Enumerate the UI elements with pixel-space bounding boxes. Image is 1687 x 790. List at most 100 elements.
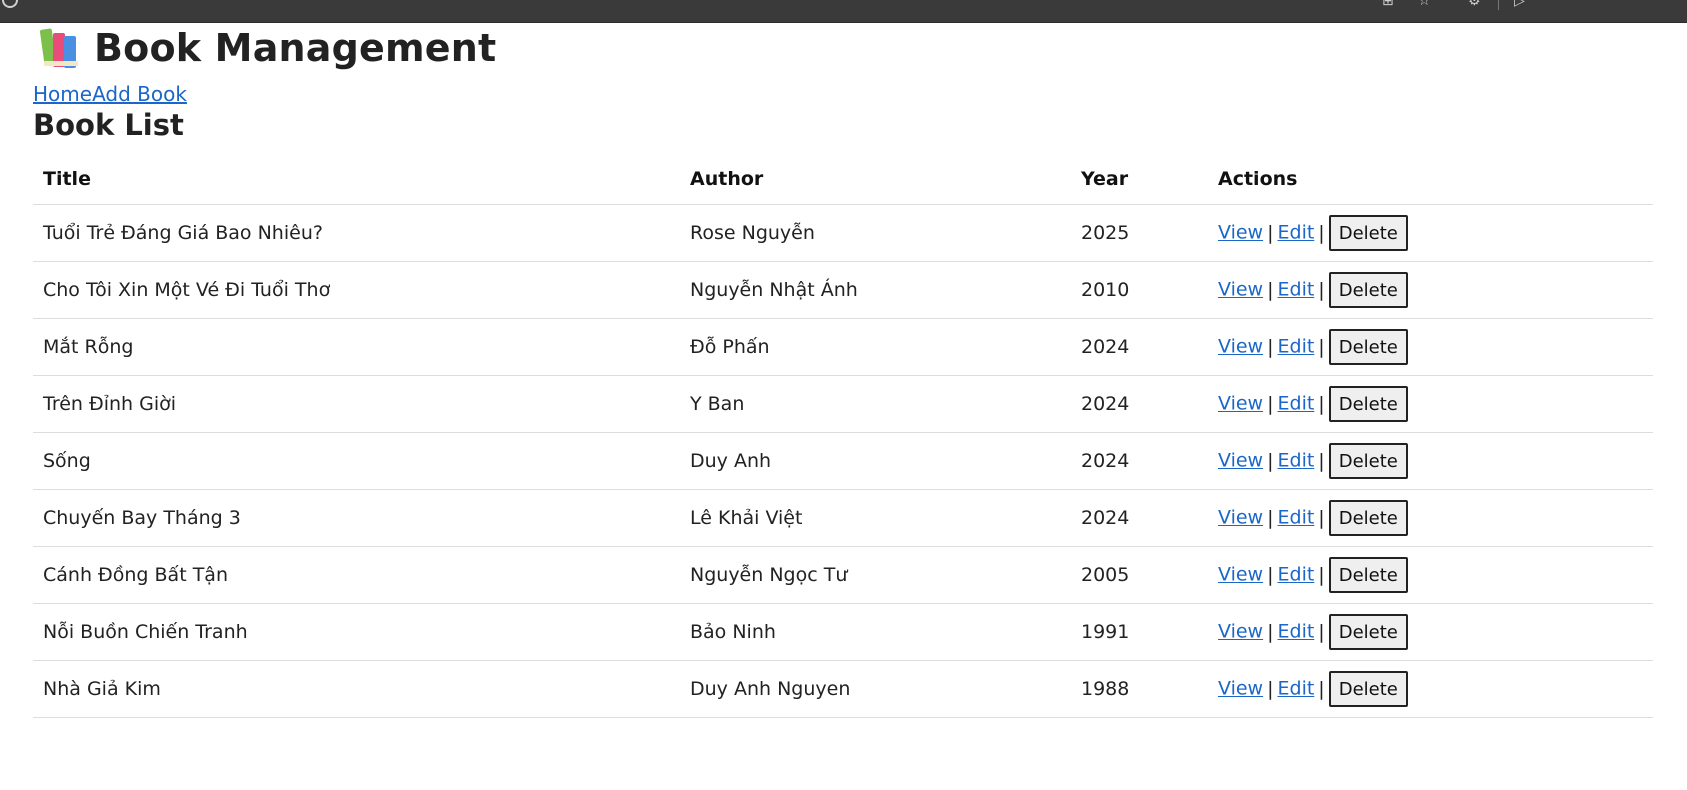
cell-author: Bảo Ninh	[680, 603, 1071, 661]
table-row: Nhà Giả Kim Duy Anh Nguyen 1988 View | Edit | D…	[33, 660, 1653, 718]
cell-year: 2024	[1071, 318, 1208, 376]
view-link[interactable]: View	[1218, 279, 1263, 301]
column-header-title: Title	[33, 154, 680, 205]
nav-link-add-book[interactable]: Add Book	[92, 82, 187, 106]
view-link[interactable]: View	[1218, 621, 1263, 643]
cell-actions: View | Edit | Delete	[1208, 375, 1653, 433]
table-body: Tuổi Trẻ Đáng Giá Bao Nhiêu? Rose Nguyễn 2…	[33, 204, 1653, 718]
tab-layout-icon[interactable]: ⊞	[1382, 0, 1394, 9]
cell-title: Chuyến Bay Tháng 3	[33, 489, 680, 547]
cell-title: Cho Tôi Xin Một Vé Đi Tuổi Thơ	[33, 261, 680, 319]
cell-title: Nhà Giả Kim	[33, 660, 680, 718]
app-header: Book Management	[36, 24, 496, 72]
edit-link[interactable]: Edit	[1278, 507, 1315, 529]
action-separator: |	[1267, 221, 1274, 244]
cell-year: 2010	[1071, 261, 1208, 319]
action-separator: |	[1318, 335, 1325, 358]
view-link[interactable]: View	[1218, 450, 1263, 472]
cell-actions: View | Edit | Delete	[1208, 489, 1653, 547]
column-header-year: Year	[1071, 154, 1208, 205]
table-row: Nỗi Buồn Chiến Tranh Bảo Ninh 1991 View | Edi…	[33, 603, 1653, 661]
view-link[interactable]: View	[1218, 336, 1263, 358]
action-separator: |	[1267, 620, 1274, 643]
view-link[interactable]: View	[1218, 222, 1263, 244]
edit-link[interactable]: Edit	[1278, 393, 1315, 415]
copilot-icon[interactable]: ▷	[1514, 0, 1525, 9]
cell-author: Duy Anh Nguyen	[680, 660, 1071, 718]
table-header-row: Title Author Year Actions	[33, 154, 1653, 205]
cell-title: Nỗi Buồn Chiến Tranh	[33, 603, 680, 661]
view-link[interactable]: View	[1218, 564, 1263, 586]
table-row: Mắt Rỗng Đỗ Phấn 2024 View | Edit | Delete	[33, 318, 1653, 376]
edit-link[interactable]: Edit	[1278, 678, 1315, 700]
edit-link[interactable]: Edit	[1278, 336, 1315, 358]
page-title: Book Management	[94, 26, 497, 70]
delete-button[interactable]: Delete	[1328, 614, 1408, 650]
edit-link[interactable]: Edit	[1278, 564, 1315, 586]
action-separator: |	[1267, 335, 1274, 358]
cell-author: Rose Nguyễn	[680, 204, 1071, 262]
delete-button[interactable]: Delete	[1328, 557, 1408, 593]
cell-year: 2025	[1071, 204, 1208, 262]
cell-title: Cánh Đồng Bất Tận	[33, 546, 680, 604]
cell-title: Tuổi Trẻ Đáng Giá Bao Nhiêu?	[33, 204, 680, 262]
page-info-icon[interactable]	[2, 0, 18, 8]
action-separator: |	[1267, 392, 1274, 415]
cell-year: 2024	[1071, 489, 1208, 547]
cell-year: 2005	[1071, 546, 1208, 604]
edit-link[interactable]: Edit	[1278, 450, 1315, 472]
table-row: Trên Đỉnh Giời Y Ban 2024 View | Edit | Delete	[33, 375, 1653, 433]
action-separator: |	[1318, 392, 1325, 415]
cell-author: Đỗ Phấn	[680, 318, 1071, 376]
cell-author: Duy Anh	[680, 432, 1071, 490]
action-separator: |	[1267, 278, 1274, 301]
action-separator: |	[1318, 563, 1325, 586]
table-row: Sống Duy Anh 2024 View | Edit | Delete	[33, 432, 1653, 490]
delete-button[interactable]: Delete	[1328, 215, 1408, 251]
view-link[interactable]: View	[1218, 507, 1263, 529]
nav-link-home[interactable]: Home	[33, 82, 92, 106]
delete-button[interactable]: Delete	[1328, 671, 1408, 707]
cell-actions: View | Edit | Delete	[1208, 660, 1653, 718]
cell-author: Lê Khải Việt	[680, 489, 1071, 547]
action-separator: |	[1318, 278, 1325, 301]
toolbar-divider	[1498, 0, 1499, 10]
delete-button[interactable]: Delete	[1328, 386, 1408, 422]
cell-title: Sống	[33, 432, 680, 490]
delete-button[interactable]: Delete	[1328, 272, 1408, 308]
cell-author: Y Ban	[680, 375, 1071, 433]
section-title: Book List	[33, 108, 184, 142]
top-nav: HomeAdd Book	[33, 82, 187, 106]
action-separator: |	[1318, 449, 1325, 472]
cell-actions: View | Edit | Delete	[1208, 603, 1653, 661]
edit-link[interactable]: Edit	[1278, 279, 1315, 301]
action-separator: |	[1267, 449, 1274, 472]
cell-title: Trên Đỉnh Giời	[33, 375, 680, 433]
column-header-author: Author	[680, 154, 1071, 205]
view-link[interactable]: View	[1218, 393, 1263, 415]
cell-year: 2024	[1071, 432, 1208, 490]
delete-button[interactable]: Delete	[1328, 329, 1408, 365]
delete-button[interactable]: Delete	[1328, 500, 1408, 536]
action-separator: |	[1318, 506, 1325, 529]
extensions-icon[interactable]: ⚙	[1468, 0, 1481, 9]
browser-top-strip: ⊞ ☆ ⚙ ▷	[0, 0, 1687, 23]
cell-year: 2024	[1071, 375, 1208, 433]
cell-author: Nguyễn Ngọc Tư	[680, 546, 1071, 604]
edit-link[interactable]: Edit	[1278, 621, 1315, 643]
cell-actions: View | Edit | Delete	[1208, 204, 1653, 262]
books-table: Title Author Year Actions Tuổi Trẻ Đáng …	[33, 154, 1653, 718]
action-separator: |	[1267, 677, 1274, 700]
view-link[interactable]: View	[1218, 678, 1263, 700]
cell-year: 1991	[1071, 603, 1208, 661]
table-row: Cánh Đồng Bất Tận Nguyễn Ngọc Tư 2005 View |…	[33, 546, 1653, 604]
favorite-star-icon[interactable]: ☆	[1418, 0, 1431, 9]
column-header-actions: Actions	[1208, 154, 1653, 205]
action-separator: |	[1267, 506, 1274, 529]
edit-link[interactable]: Edit	[1278, 222, 1315, 244]
delete-button[interactable]: Delete	[1328, 443, 1408, 479]
cell-actions: View | Edit | Delete	[1208, 261, 1653, 319]
action-separator: |	[1267, 563, 1274, 586]
table-row: Cho Tôi Xin Một Vé Đi Tuổi Thơ Nguyễn Nhậ…	[33, 261, 1653, 319]
action-separator: |	[1318, 620, 1325, 643]
